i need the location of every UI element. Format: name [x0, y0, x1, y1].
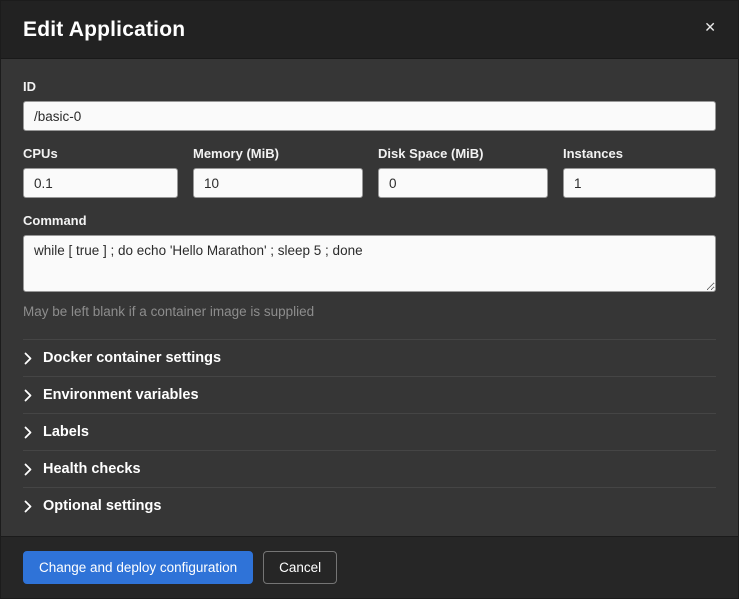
memory-label: Memory (MiB) — [193, 146, 363, 161]
cpus-field-group: CPUs — [23, 146, 178, 198]
section-label: Health checks — [43, 461, 141, 477]
modal-footer: Change and deploy configuration Cancel — [1, 536, 738, 598]
memory-input[interactable] — [193, 168, 363, 198]
instances-field-group: Instances — [563, 146, 716, 198]
section-optional-settings[interactable]: Optional settings — [23, 487, 716, 524]
command-field-group: Command while [ true ] ; do echo 'Hello … — [23, 213, 716, 319]
id-input[interactable] — [23, 101, 716, 131]
section-label: Docker container settings — [43, 350, 221, 366]
collapsible-sections: Docker container settings Environment va… — [23, 339, 716, 524]
modal-body: ID CPUs Memory (MiB) Disk Space (MiB) In… — [1, 59, 738, 536]
id-field-group: ID — [23, 79, 716, 131]
section-labels[interactable]: Labels — [23, 413, 716, 450]
chevron-right-icon — [23, 389, 32, 402]
change-and-deploy-button[interactable]: Change and deploy configuration — [23, 551, 253, 584]
disk-field-group: Disk Space (MiB) — [378, 146, 548, 198]
section-environment-variables[interactable]: Environment variables — [23, 376, 716, 413]
section-label: Environment variables — [43, 387, 199, 403]
command-label: Command — [23, 213, 716, 228]
chevron-right-icon — [23, 426, 32, 439]
close-icon[interactable]: ✕ — [704, 18, 716, 34]
memory-field-group: Memory (MiB) — [193, 146, 363, 198]
cpus-label: CPUs — [23, 146, 178, 161]
section-label: Labels — [43, 424, 89, 440]
cancel-button[interactable]: Cancel — [263, 551, 337, 584]
section-health-checks[interactable]: Health checks — [23, 450, 716, 487]
instances-label: Instances — [563, 146, 716, 161]
edit-application-modal: Edit Application ✕ ID CPUs Memory (MiB) … — [0, 0, 739, 599]
disk-input[interactable] — [378, 168, 548, 198]
chevron-right-icon — [23, 352, 32, 365]
resources-row: CPUs Memory (MiB) Disk Space (MiB) Insta… — [23, 146, 716, 198]
modal-header: Edit Application ✕ — [1, 1, 738, 59]
command-help-text: May be left blank if a container image i… — [23, 304, 716, 319]
id-label: ID — [23, 79, 716, 94]
instances-input[interactable] — [563, 168, 716, 198]
chevron-right-icon — [23, 463, 32, 476]
section-label: Optional settings — [43, 498, 161, 514]
disk-label: Disk Space (MiB) — [378, 146, 548, 161]
command-textarea[interactable]: while [ true ] ; do echo 'Hello Marathon… — [23, 235, 716, 292]
chevron-right-icon — [23, 500, 32, 513]
section-docker-container-settings[interactable]: Docker container settings — [23, 339, 716, 376]
cpus-input[interactable] — [23, 168, 178, 198]
page-title: Edit Application — [23, 18, 185, 42]
